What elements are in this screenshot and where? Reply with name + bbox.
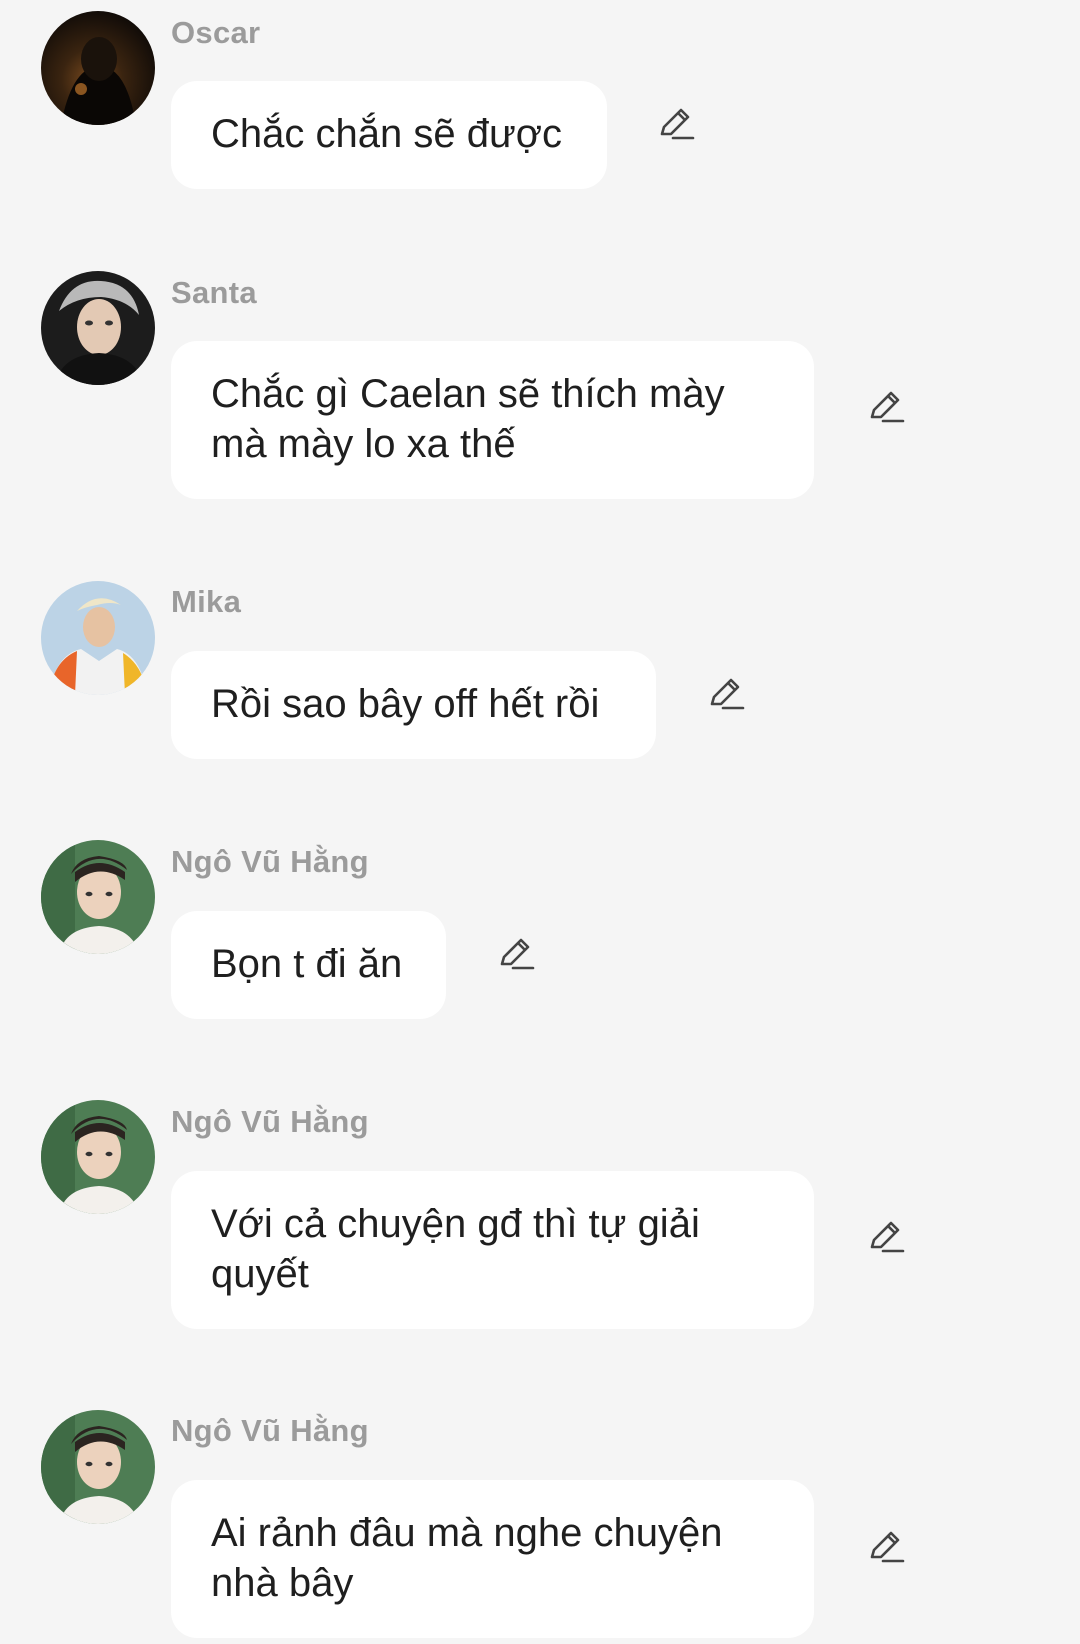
avatar[interactable] (41, 11, 155, 125)
pencil-edit-icon[interactable] (705, 673, 745, 713)
pencil-edit-icon[interactable] (655, 103, 695, 143)
message-bubble[interactable]: Ai rảnh đâu mà nghe chuyện nhà bây (171, 1480, 814, 1638)
message-bubble[interactable]: Với cả chuyện gđ thì tự giải quyết (171, 1171, 814, 1329)
pencil-edit-icon[interactable] (865, 1216, 905, 1256)
avatar[interactable] (41, 840, 155, 954)
pencil-edit-icon[interactable] (865, 386, 905, 426)
sender-name: Ngô Vũ Hằng (171, 1413, 369, 1448)
avatar[interactable] (41, 1100, 155, 1214)
sender-name: Mika (171, 584, 242, 619)
avatar[interactable] (41, 271, 155, 385)
message-bubble[interactable]: Chắc chắn sẽ được (171, 81, 607, 189)
sender-name: Santa (171, 275, 257, 310)
pencil-edit-icon[interactable] (495, 933, 535, 973)
pencil-edit-icon[interactable] (865, 1526, 905, 1566)
message-bubble[interactable]: Rồi sao bây off hết rồi (171, 651, 656, 759)
chat-message-list[interactable]: Oscar Chắc chắn sẽ được Santa Chắc gì Ca… (0, 0, 1080, 1644)
avatar[interactable] (41, 1410, 155, 1524)
sender-name: Oscar (171, 15, 261, 50)
sender-name: Ngô Vũ Hằng (171, 1104, 369, 1139)
message-bubble[interactable]: Chắc gì Caelan sẽ thích mày mà mày lo xa… (171, 341, 814, 499)
avatar[interactable] (41, 581, 155, 695)
sender-name: Ngô Vũ Hằng (171, 844, 369, 879)
message-bubble[interactable]: Bọn t đi ăn (171, 911, 446, 1019)
